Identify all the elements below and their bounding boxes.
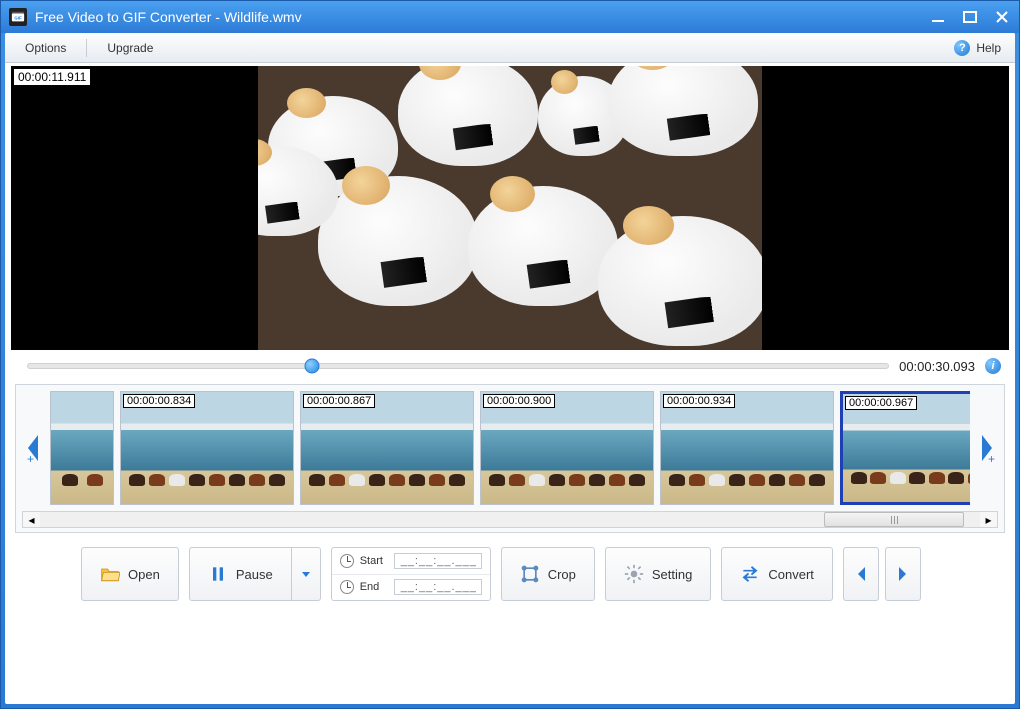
svg-text:+: + bbox=[988, 452, 995, 463]
end-label: End bbox=[360, 581, 388, 593]
svg-text:+: + bbox=[27, 452, 34, 463]
folder-open-icon bbox=[100, 564, 120, 584]
app-window: GIF Free Video to GIF Converter - Wildli… bbox=[0, 0, 1020, 709]
thumbnail-item[interactable]: 00:00:00.934 bbox=[660, 391, 834, 505]
open-label: Open bbox=[128, 567, 160, 582]
prev-frame-button[interactable] bbox=[843, 547, 879, 601]
menubar: Options Upgrade ? Help bbox=[5, 33, 1015, 63]
bottom-toolbar: Open Pause Start bbox=[5, 537, 1015, 609]
preview-frame bbox=[258, 66, 763, 350]
thumbnail-list: 00:00:00.834 00:00:00.867 00:00:00.900 00:0… bbox=[50, 391, 970, 505]
timeline-duration: 00:00:30.093 bbox=[899, 359, 975, 374]
end-time-button[interactable]: End __:__:__.___ bbox=[332, 574, 490, 601]
next-frame-button[interactable] bbox=[885, 547, 921, 601]
menu-separator bbox=[86, 39, 87, 57]
thumbnail-timestamp: 00:00:00.834 bbox=[123, 394, 195, 408]
preview-timestamp: 00:00:11.911 bbox=[13, 68, 91, 86]
window-title: Free Video to GIF Converter - Wildlife.w… bbox=[35, 9, 929, 25]
start-label: Start bbox=[360, 555, 388, 567]
open-button[interactable]: Open bbox=[81, 547, 179, 601]
crop-label: Crop bbox=[548, 567, 576, 582]
pause-button[interactable]: Pause bbox=[189, 547, 292, 601]
scroll-right-button[interactable]: ▸ bbox=[980, 512, 997, 527]
thumbs-scrollbar[interactable]: ◂ ▸ bbox=[22, 511, 998, 528]
menu-upgrade[interactable]: Upgrade bbox=[101, 37, 159, 59]
thumbnail-timestamp: 00:00:00.934 bbox=[663, 394, 735, 408]
crop-icon bbox=[520, 564, 540, 584]
clock-icon bbox=[340, 580, 354, 594]
thumbnail-panel: + 00:00:00.83400:00:00.86700:00:00.90000… bbox=[15, 384, 1005, 533]
timeline-row: 00:00:30.093 i bbox=[5, 352, 1015, 380]
timeline-slider[interactable] bbox=[27, 363, 889, 369]
start-time-button[interactable]: Start __:__:__.___ bbox=[332, 548, 490, 574]
chevron-right-icon bbox=[896, 565, 910, 583]
scroll-left-button[interactable]: ◂ bbox=[23, 512, 40, 527]
start-time-value[interactable]: __:__:__.___ bbox=[394, 553, 482, 569]
thumbnail-timestamp: 00:00:00.867 bbox=[303, 394, 375, 408]
convert-label: Convert bbox=[768, 567, 814, 582]
timeline-thumb[interactable] bbox=[304, 359, 319, 374]
setting-button[interactable]: Setting bbox=[605, 547, 711, 601]
menu-help-label: Help bbox=[976, 41, 1001, 55]
help-icon: ? bbox=[954, 40, 970, 56]
thumbnail-item[interactable]: 00:00:00.867 bbox=[300, 391, 474, 505]
chevron-left-icon bbox=[854, 565, 868, 583]
convert-icon bbox=[740, 564, 760, 584]
thumbnail-item[interactable] bbox=[50, 391, 114, 505]
clock-icon bbox=[340, 554, 354, 568]
menu-options[interactable]: Options bbox=[19, 37, 72, 59]
pause-icon bbox=[208, 564, 228, 584]
scroll-thumb[interactable] bbox=[824, 512, 964, 527]
thumbs-next-button[interactable]: + bbox=[976, 398, 998, 498]
menu-help[interactable]: ? Help bbox=[954, 40, 1001, 56]
svg-text:GIF: GIF bbox=[14, 16, 22, 21]
crop-button[interactable]: Crop bbox=[501, 547, 595, 601]
gear-icon bbox=[624, 564, 644, 584]
pause-label: Pause bbox=[236, 567, 273, 582]
app-icon: GIF bbox=[9, 8, 27, 26]
scroll-track[interactable] bbox=[40, 512, 980, 527]
convert-button[interactable]: Convert bbox=[721, 547, 833, 601]
play-mode-dropdown[interactable] bbox=[292, 547, 321, 601]
titlebar: GIF Free Video to GIF Converter - Wildli… bbox=[1, 1, 1019, 33]
info-icon[interactable]: i bbox=[985, 358, 1001, 374]
thumbnail-item[interactable]: 00:00:00.967 bbox=[840, 391, 970, 505]
thumbnail-timestamp: 00:00:00.900 bbox=[483, 394, 555, 408]
setting-label: Setting bbox=[652, 567, 692, 582]
thumbnail-timestamp: 00:00:00.967 bbox=[845, 396, 917, 410]
time-range-panel: Start __:__:__.___ End __:__:__.___ bbox=[331, 547, 491, 601]
thumbs-prev-button[interactable]: + bbox=[22, 398, 44, 498]
end-time-value[interactable]: __:__:__.___ bbox=[394, 579, 482, 595]
maximize-button[interactable] bbox=[961, 8, 979, 26]
video-preview[interactable]: 00:00:11.911 bbox=[11, 66, 1009, 350]
close-button[interactable] bbox=[993, 8, 1011, 26]
thumbnail-item[interactable]: 00:00:00.834 bbox=[120, 391, 294, 505]
client-area: Options Upgrade ? Help 00:00:11.911 bbox=[5, 33, 1015, 704]
minimize-button[interactable] bbox=[929, 8, 947, 26]
chevron-down-icon bbox=[300, 568, 312, 580]
thumbnail-item[interactable]: 00:00:00.900 bbox=[480, 391, 654, 505]
